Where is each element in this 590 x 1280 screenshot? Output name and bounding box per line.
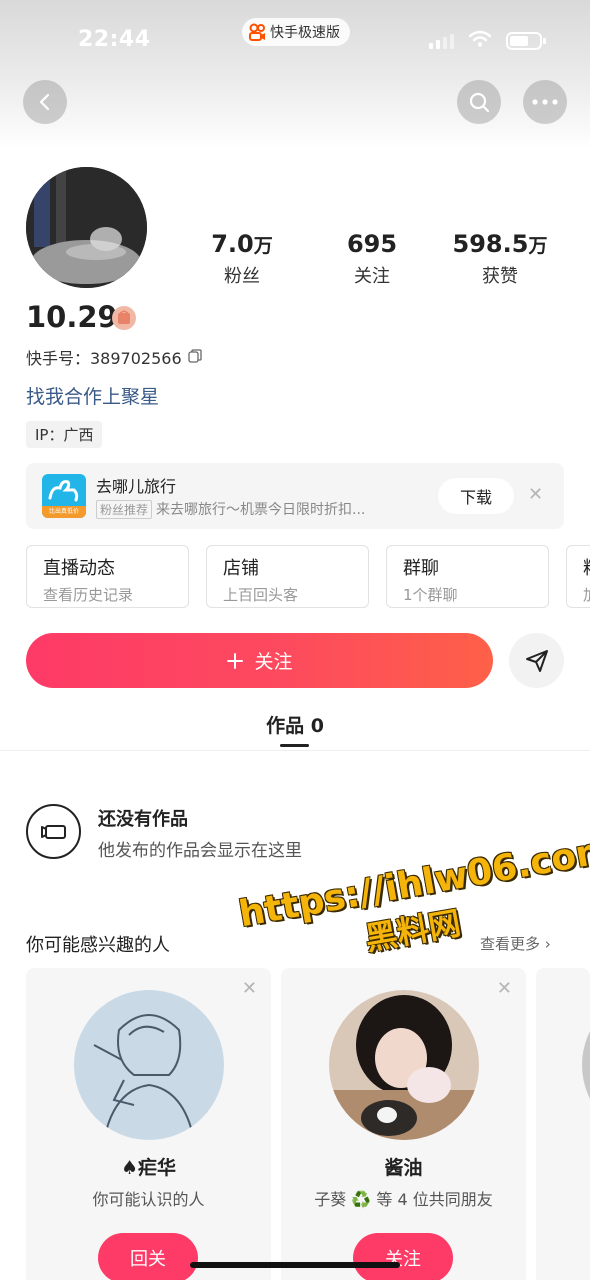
stat-fans[interactable]: 7.0万 粉丝	[200, 230, 284, 288]
status-time: 22:44	[78, 27, 151, 52]
kuaishou-id: 快手号：389702566	[26, 345, 202, 369]
plus-icon	[227, 652, 244, 669]
empty-title: 还没有作品	[98, 809, 188, 830]
ip-location-tag: IP：广西	[26, 421, 103, 448]
feature-live-history[interactable]: 直播动态 查看历史记录	[26, 545, 189, 608]
search-icon	[469, 92, 490, 113]
chevron-right-icon: ›	[544, 935, 551, 953]
kuaishou-logo-icon	[248, 23, 266, 41]
cellular-signal-icon	[429, 33, 454, 49]
search-button[interactable]	[457, 80, 501, 124]
ad-title: 去哪儿旅行	[96, 477, 177, 496]
battery-icon	[506, 32, 546, 50]
app-indicator-pill: 快手极速版	[242, 18, 350, 46]
recommend-name: ♠疟华	[120, 1157, 177, 1179]
stat-following[interactable]: 695 关注	[330, 230, 414, 288]
recommend-card-partial[interactable]	[536, 968, 590, 1280]
recommend-title: 你可能感兴趣的人	[26, 935, 170, 956]
feature-group-chat[interactable]: 群聊 1个群聊	[386, 545, 549, 608]
recommend-desc: 你可能认识的人	[92, 1190, 205, 1209]
tab-indicator	[280, 744, 309, 747]
follow-button[interactable]: 关注	[353, 1233, 453, 1280]
back-button[interactable]	[23, 80, 67, 124]
ad-download-button[interactable]: 下载	[438, 478, 514, 514]
chevron-left-icon	[39, 93, 50, 111]
ad-card[interactable]: 比出真低价 去哪儿旅行 粉丝推荐 来去哪旅行～机票今日限时折扣... 下载 ✕	[26, 463, 564, 529]
feature-shop[interactable]: 店铺 上百回头客	[206, 545, 369, 608]
more-button[interactable]	[523, 80, 567, 124]
recommend-card[interactable]: ✕ ♠疟华 你可能认识的人 回关	[26, 968, 271, 1280]
video-camera-icon	[26, 804, 81, 859]
username: 10.29	[26, 300, 118, 334]
close-icon[interactable]: ✕	[242, 978, 257, 999]
app-name: 快手极速版	[270, 25, 340, 41]
recommend-name: 酱油	[384, 1157, 423, 1179]
recommend-avatar[interactable]	[329, 990, 479, 1140]
ad-tag: 粉丝推荐	[96, 499, 153, 519]
wifi-icon	[468, 30, 492, 52]
level-badge-icon[interactable]	[112, 306, 136, 330]
cooperation-link[interactable]: 找我合作上聚星	[26, 382, 159, 409]
follow-back-button[interactable]: 回关	[98, 1233, 198, 1280]
recommend-avatar	[582, 990, 590, 1140]
send-message-button[interactable]	[509, 633, 564, 688]
empty-subtitle: 他发布的作品会显示在这里	[98, 841, 302, 861]
recommend-card[interactable]: ✕ 酱油 子葵 ♻️ 等 4 位共同朋友 关注	[281, 968, 526, 1280]
recommend-desc: 子葵 ♻️ 等 4 位共同朋友	[314, 1190, 493, 1209]
more-dots-icon	[532, 99, 558, 105]
recommend-avatar[interactable]	[74, 990, 224, 1140]
tab-works[interactable]: 作品 0	[0, 711, 590, 738]
follow-button[interactable]: 关注	[26, 633, 493, 688]
stat-likes[interactable]: 598.5万 获赞	[444, 230, 556, 288]
copy-icon[interactable]	[187, 348, 202, 367]
close-icon[interactable]: ✕	[528, 484, 543, 505]
profile-avatar[interactable]	[26, 167, 147, 288]
ad-subtitle: 粉丝推荐 来去哪旅行～机票今日限时折扣...	[96, 499, 365, 519]
status-icons	[429, 30, 546, 52]
home-indicator[interactable]	[190, 1262, 400, 1268]
divider	[0, 750, 590, 751]
qunar-logo-icon: 比出真低价	[42, 474, 86, 518]
close-icon[interactable]: ✕	[497, 978, 512, 999]
send-icon	[525, 649, 548, 672]
feature-partial[interactable]: 粉加	[566, 545, 590, 608]
